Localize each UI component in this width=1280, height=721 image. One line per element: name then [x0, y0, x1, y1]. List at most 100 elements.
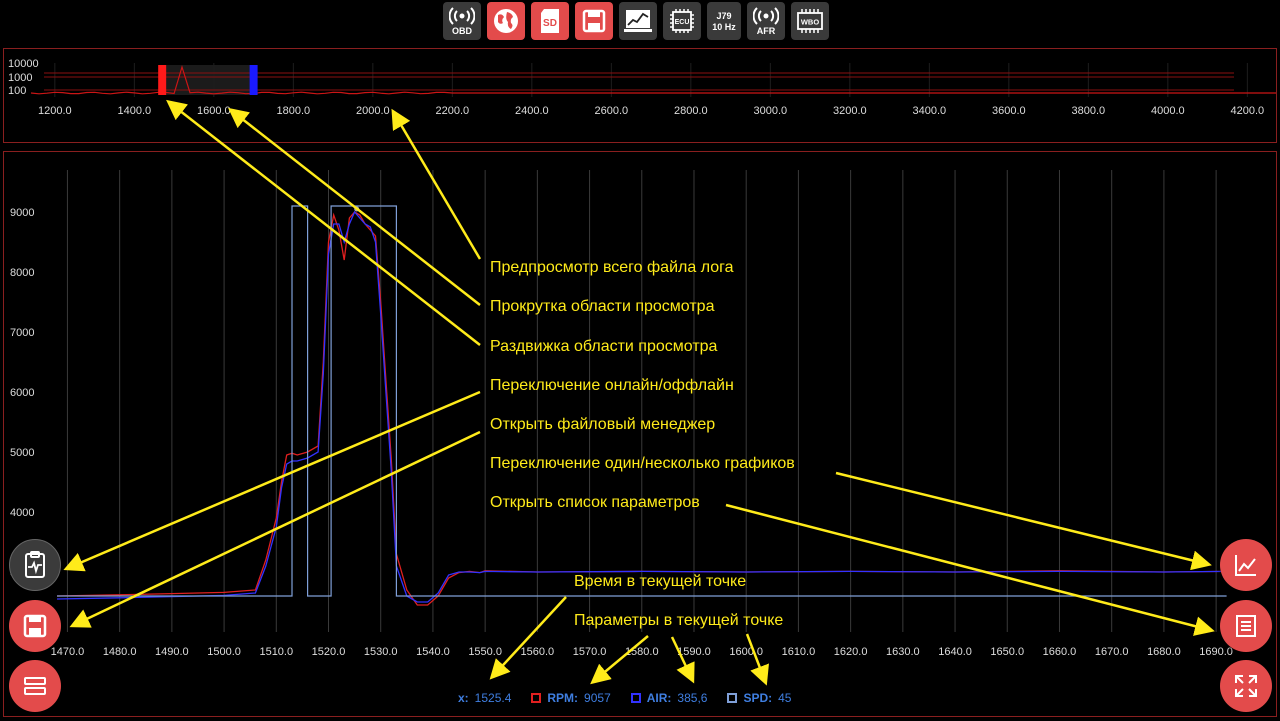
- y-tick-label: 7000: [10, 327, 34, 339]
- x-tick-label: 1620.0: [834, 646, 868, 658]
- obd-connection-button[interactable]: OBD: [443, 2, 481, 40]
- menu-button[interactable]: [9, 660, 61, 712]
- chip-icon: WBO: [797, 9, 823, 33]
- preview-x-tick-label: 1400.0: [118, 105, 152, 117]
- preview-x-tick-label: 3800.0: [1072, 105, 1106, 117]
- x-tick-label: 1610.0: [782, 646, 816, 658]
- ecu-button[interactable]: ECU: [663, 2, 701, 40]
- x-tick-label: 1550.0: [468, 646, 502, 658]
- fullscreen-button[interactable]: [1220, 660, 1272, 712]
- afr-button[interactable]: AFR: [747, 2, 785, 40]
- x-tick-label: 1600.0: [729, 646, 763, 658]
- annotation-current-time: Время в текущей точке: [574, 573, 747, 590]
- rpm-label: RPM:: [547, 691, 579, 705]
- air-color-swatch: [630, 693, 641, 703]
- wbo-button[interactable]: WBO: [791, 2, 829, 40]
- preview-y-label: 1000: [8, 72, 32, 84]
- x-tick-label: 1660.0: [1043, 646, 1077, 658]
- cursor-marker: [354, 206, 360, 212]
- ecu-label: ECU: [675, 19, 690, 26]
- protocol-button[interactable]: J79 10 Hz: [707, 2, 741, 40]
- log-preview-panel[interactable]: 10000 1000 100 1200.0 1400.0 1600.0 1800.0 2000…: [3, 48, 1280, 143]
- x-tick-label: 1560.0: [521, 646, 555, 658]
- preview-x-tick-label: 1600.0: [197, 105, 231, 117]
- x-tick-label: 1570.0: [573, 646, 607, 658]
- air-label: AIR:: [646, 691, 672, 705]
- preview-x-tick-label: 3400.0: [913, 105, 947, 117]
- spd-value: 45: [778, 691, 792, 705]
- spd-label: SPD:: [743, 691, 773, 705]
- save-log-button[interactable]: [575, 2, 613, 40]
- x-tick-label: 1630.0: [886, 646, 920, 658]
- chart-icon: [624, 10, 652, 32]
- preview-x-tick-label: 4000.0: [1151, 105, 1185, 117]
- annotation-parameter-list: Открыть список параметров: [490, 494, 700, 511]
- x-tick-label: 1510.0: [259, 646, 293, 658]
- y-tick-label: 8000: [10, 267, 34, 279]
- rpm-color-swatch: [531, 693, 542, 703]
- log-preview-chart[interactable]: 10000 1000100 1200.0 1400.0 1600.0 1800.0 2000…: [4, 49, 1280, 142]
- main-chart[interactable]: 1470.0 1480.0 1490.0 1500.0 1510.0 1520.0 1530…: [4, 152, 1276, 716]
- preview-y-label: 10000: [8, 58, 39, 70]
- sd-card-button[interactable]: SD: [531, 2, 569, 40]
- fullscreen-icon: [1235, 675, 1257, 697]
- y-tick-label: 4000: [10, 507, 34, 519]
- preview-x-tick-label: 2200.0: [436, 105, 470, 117]
- x-tick-label: 1680.0: [1147, 646, 1181, 658]
- annotation-current-params: Параметры в текущей точке: [574, 612, 784, 629]
- x-tick-label: 1470.0: [51, 646, 85, 658]
- antenna-icon: [753, 6, 779, 25]
- y-tick-label: 5000: [10, 447, 34, 459]
- single-multi-chart-toggle-button[interactable]: [1220, 539, 1272, 591]
- wbo-label: WBO: [801, 18, 819, 27]
- cursor-readout: x: 1525.4 RPM: 9057 AIR: 385,6 SPD: 45: [458, 691, 805, 705]
- sd-card-icon: SD: [541, 9, 559, 33]
- x-value: 1525.4: [474, 691, 512, 705]
- preview-x-tick-label: 1800.0: [277, 105, 311, 117]
- preview-x-tick-label: 2000.0: [356, 105, 390, 117]
- save-icon: [582, 9, 606, 33]
- preview-x-tick-label: 2800.0: [674, 105, 708, 117]
- annotation-scroll-view: Прокрутка области просмотра: [490, 298, 715, 315]
- x-tick-label: 1670.0: [1095, 646, 1129, 658]
- chart-mode-button[interactable]: [619, 2, 657, 40]
- clipboard-pulse-icon: [25, 551, 45, 578]
- annotation-chart-toggle: Переключение один/несколько графиков: [490, 455, 795, 472]
- save-icon: [23, 614, 47, 638]
- rpm-value: 9057: [584, 691, 611, 705]
- protocol-rate: 10 Hz: [712, 22, 736, 32]
- y-tick-label: 6000: [10, 387, 34, 399]
- status-toolbar: OBD SD ECU J79 10 Hz AFR WBO: [443, 2, 829, 40]
- parameter-list-button[interactable]: [1220, 600, 1272, 652]
- list-icon: [1236, 615, 1256, 637]
- x-tick-label: 1520.0: [312, 646, 346, 658]
- protocol-label: J79: [716, 11, 732, 21]
- server-icon: [24, 677, 46, 695]
- sd-label: SD: [543, 18, 557, 29]
- annotation-file-manager: Открыть файловый менеджер: [490, 416, 716, 433]
- x-tick-label: 1540.0: [416, 646, 450, 658]
- x-label: x:: [458, 691, 469, 705]
- preview-left-handle: [158, 65, 167, 95]
- spd-color-swatch: [727, 693, 738, 703]
- online-offline-toggle-button[interactable]: [9, 539, 61, 591]
- x-tick-label: 1640.0: [938, 646, 972, 658]
- file-manager-button[interactable]: [9, 600, 61, 652]
- x-tick-label: 1500.0: [207, 646, 241, 658]
- x-tick-label: 1530.0: [364, 646, 398, 658]
- antenna-icon: [449, 6, 475, 25]
- x-tick-label: 1490.0: [155, 646, 189, 658]
- main-chart-panel[interactable]: 1470.0 1480.0 1490.0 1500.0 1510.0 1520.0 1530…: [3, 151, 1277, 717]
- air-value: 385,6: [677, 691, 708, 705]
- online-button[interactable]: [487, 2, 525, 40]
- line-chart-icon: [1235, 555, 1256, 576]
- preview-x-tick-label: 1200.0: [38, 105, 72, 117]
- annotation-log-preview: Предпросмотр всего файла лога: [490, 259, 734, 276]
- preview-x-tick-label: 4200.0: [1231, 105, 1265, 117]
- x-tick-label: 1650.0: [990, 646, 1024, 658]
- annotation-resize-view: Раздвижка области просмотра: [490, 338, 718, 355]
- obd-label: OBD: [452, 25, 472, 36]
- x-tick-label: 1480.0: [103, 646, 137, 658]
- preview-x-tick-label: 3600.0: [992, 105, 1026, 117]
- afr-label: AFR: [756, 25, 776, 36]
